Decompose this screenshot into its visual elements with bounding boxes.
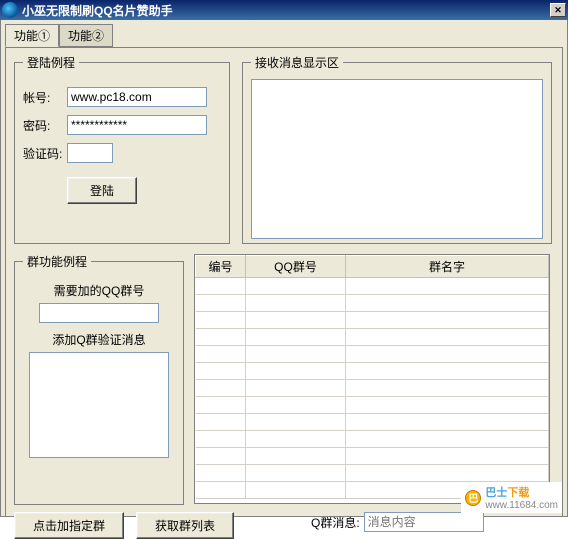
cell bbox=[246, 363, 346, 380]
table-row[interactable] bbox=[196, 414, 549, 431]
verify-textarea[interactable] bbox=[29, 352, 169, 458]
msg-fieldset: 接收消息显示区 bbox=[242, 54, 552, 244]
cell bbox=[346, 380, 549, 397]
cell bbox=[346, 465, 549, 482]
cell bbox=[196, 380, 246, 397]
cell bbox=[246, 414, 346, 431]
col-id[interactable]: 编号 bbox=[196, 256, 246, 278]
watermark: 巴 巴士下载 www.11684.com bbox=[461, 482, 562, 513]
table-row[interactable] bbox=[196, 346, 549, 363]
table-row[interactable] bbox=[196, 312, 549, 329]
close-icon[interactable]: ✕ bbox=[550, 3, 566, 17]
qmsg-label: Q群消息: bbox=[311, 514, 360, 531]
captcha-label: 验证码: bbox=[23, 145, 67, 162]
tabstrip: 功能① 功能② bbox=[5, 24, 563, 47]
cell bbox=[196, 482, 246, 499]
login-fieldset: 登陆例程 帐号: 密码: 验证码: 登陆 bbox=[14, 54, 230, 244]
tab-func2[interactable]: 功能② bbox=[59, 24, 113, 47]
msg-textarea[interactable] bbox=[251, 79, 543, 239]
watermark-url: www.11684.com bbox=[485, 500, 558, 511]
cell bbox=[346, 346, 549, 363]
cell bbox=[196, 397, 246, 414]
titlebar: 小巫无限制刷QQ名片赞助手 ✕ bbox=[0, 0, 568, 20]
cell bbox=[196, 465, 246, 482]
group-fieldset: 群功能例程 需要加的QQ群号 添加Q群验证消息 bbox=[14, 253, 184, 505]
qqgroup-input[interactable] bbox=[39, 303, 159, 323]
add-group-button[interactable]: 点击加指定群 bbox=[14, 512, 124, 539]
table-row[interactable] bbox=[196, 380, 549, 397]
cell bbox=[196, 414, 246, 431]
msg-legend: 接收消息显示区 bbox=[251, 54, 343, 71]
cell bbox=[346, 312, 549, 329]
group-table[interactable]: 编号 QQ群号 群名字 bbox=[194, 254, 550, 504]
login-legend: 登陆例程 bbox=[23, 54, 79, 71]
client-area: 功能① 功能② 登陆例程 帐号: 密码: 验证码: 登陆 接收消息显示区 群 bbox=[0, 20, 568, 517]
password-input[interactable] bbox=[67, 115, 207, 135]
table-row[interactable] bbox=[196, 295, 549, 312]
cell bbox=[346, 295, 549, 312]
account-input[interactable] bbox=[67, 87, 207, 107]
cell bbox=[246, 380, 346, 397]
cell bbox=[346, 363, 549, 380]
cell bbox=[196, 329, 246, 346]
table-row[interactable] bbox=[196, 278, 549, 295]
cell bbox=[346, 278, 549, 295]
cell bbox=[196, 346, 246, 363]
cell bbox=[196, 295, 246, 312]
cell bbox=[246, 329, 346, 346]
cell bbox=[346, 329, 549, 346]
cell bbox=[246, 482, 346, 499]
table-row[interactable] bbox=[196, 363, 549, 380]
tab-func1[interactable]: 功能① bbox=[5, 24, 59, 47]
verify-label: 添加Q群验证消息 bbox=[23, 331, 175, 348]
need-add-label: 需要加的QQ群号 bbox=[23, 282, 175, 299]
table-header-row: 编号 QQ群号 群名字 bbox=[196, 256, 549, 278]
table-row[interactable] bbox=[196, 448, 549, 465]
table-row[interactable] bbox=[196, 397, 549, 414]
table-row[interactable] bbox=[196, 465, 549, 482]
app-icon bbox=[2, 2, 18, 18]
watermark-brand2: 下载 bbox=[507, 487, 529, 499]
cell bbox=[196, 312, 246, 329]
account-label: 帐号: bbox=[23, 89, 67, 106]
cell bbox=[246, 397, 346, 414]
cell bbox=[346, 431, 549, 448]
table-row[interactable] bbox=[196, 431, 549, 448]
login-button[interactable]: 登陆 bbox=[67, 177, 137, 204]
window-title: 小巫无限制刷QQ名片赞助手 bbox=[22, 2, 550, 19]
cell bbox=[246, 448, 346, 465]
password-label: 密码: bbox=[23, 117, 67, 134]
table-row[interactable] bbox=[196, 329, 549, 346]
cell bbox=[246, 431, 346, 448]
cell bbox=[196, 448, 246, 465]
qmsg-input[interactable] bbox=[364, 512, 484, 532]
cell bbox=[346, 397, 549, 414]
cell bbox=[196, 363, 246, 380]
cell bbox=[196, 431, 246, 448]
cell bbox=[246, 278, 346, 295]
watermark-brand1: 巴士 bbox=[485, 487, 507, 499]
group-legend: 群功能例程 bbox=[23, 253, 91, 270]
col-name[interactable]: 群名字 bbox=[346, 256, 549, 278]
get-list-button[interactable]: 获取群列表 bbox=[136, 512, 234, 539]
cell bbox=[196, 278, 246, 295]
watermark-logo-icon: 巴 bbox=[465, 490, 481, 506]
cell bbox=[246, 312, 346, 329]
cell bbox=[346, 414, 549, 431]
cell bbox=[346, 448, 549, 465]
cell bbox=[246, 295, 346, 312]
tab-panel: 登陆例程 帐号: 密码: 验证码: 登陆 接收消息显示区 群功能例程 需要加的Q… bbox=[5, 47, 563, 517]
cell bbox=[246, 346, 346, 363]
col-qq[interactable]: QQ群号 bbox=[246, 256, 346, 278]
cell bbox=[246, 465, 346, 482]
captcha-input[interactable] bbox=[67, 143, 113, 163]
